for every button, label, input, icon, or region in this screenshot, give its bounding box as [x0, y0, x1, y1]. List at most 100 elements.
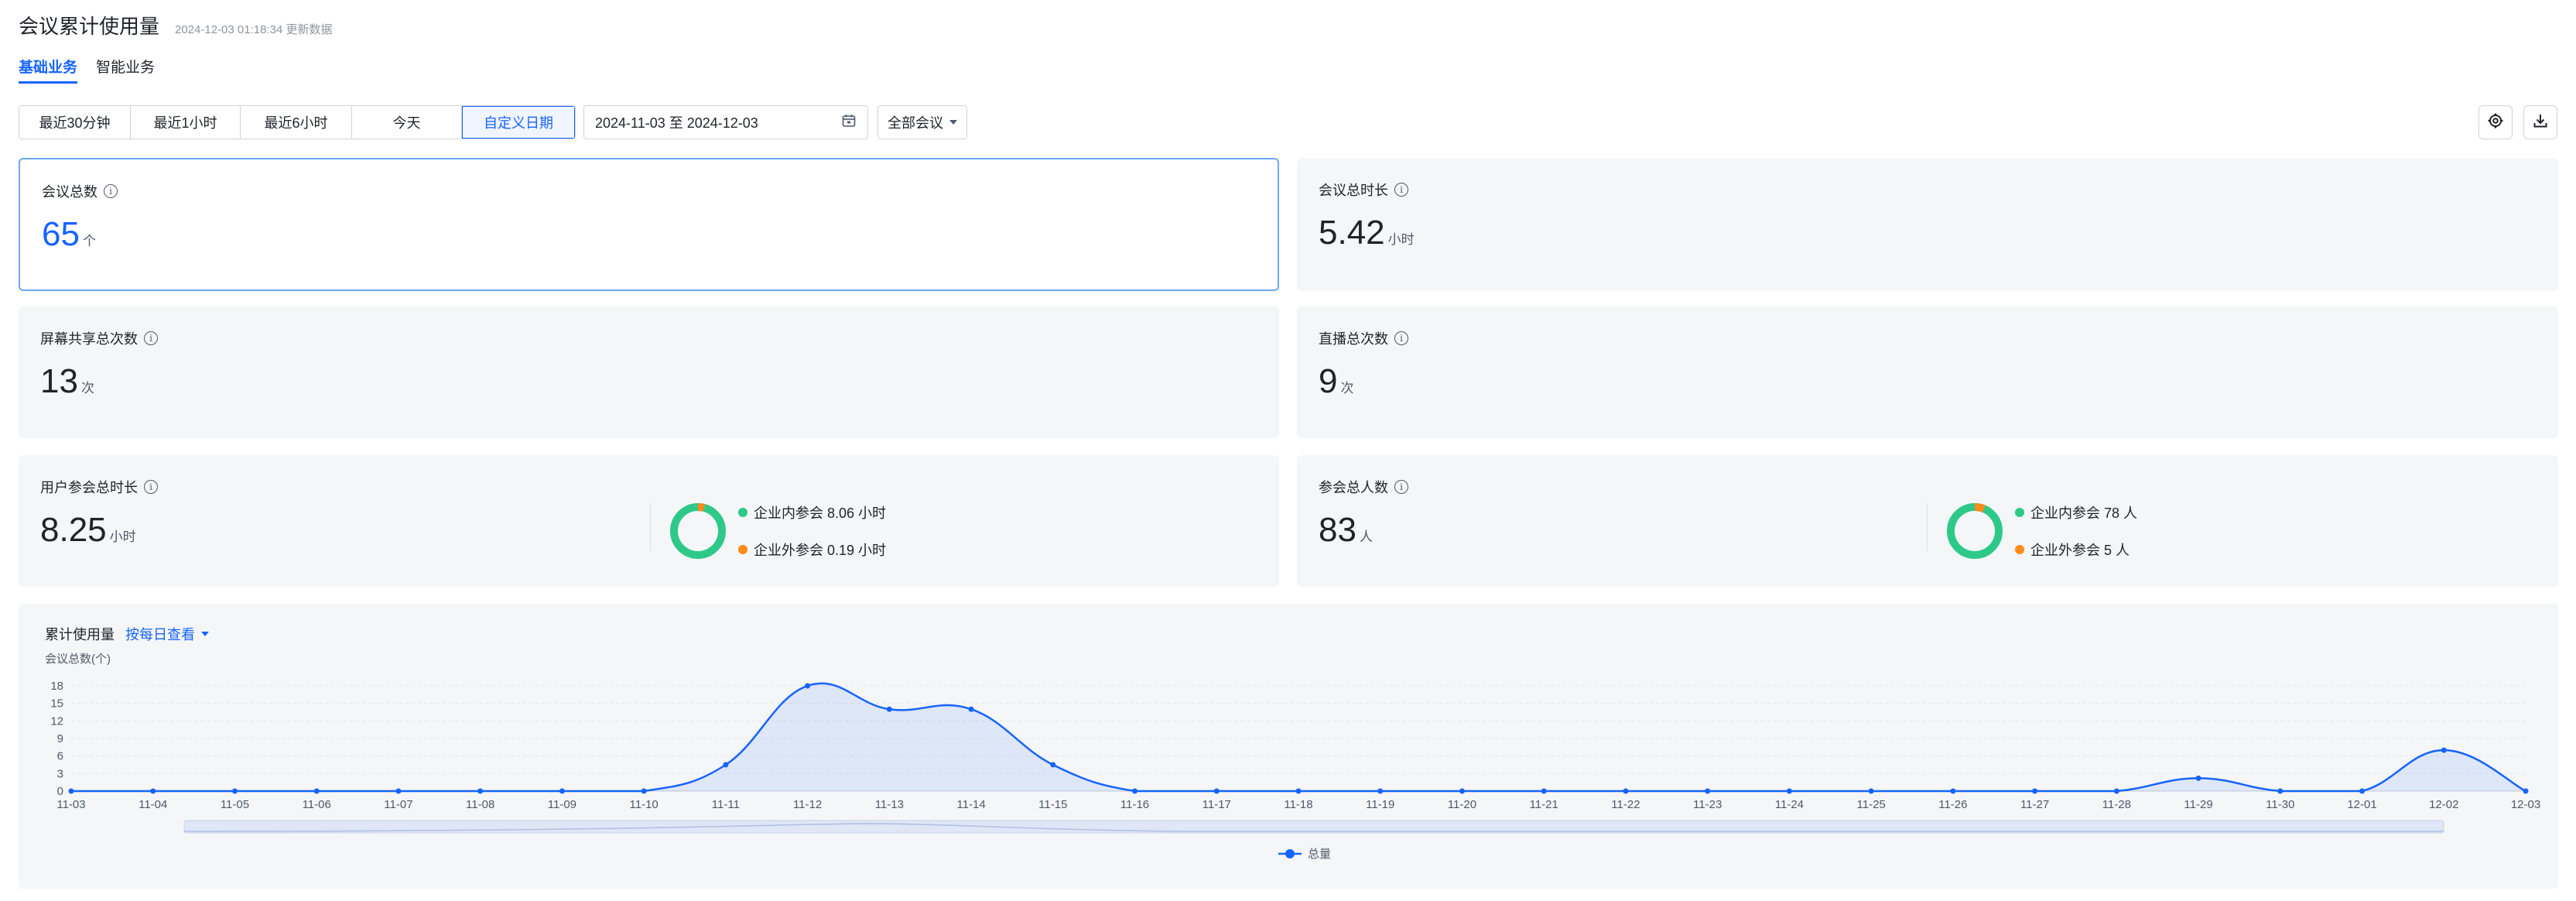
info-icon[interactable]: i: [1394, 480, 1408, 494]
x-tick-label: 11-06: [303, 798, 331, 811]
legend-item: 企业内参会 8.06 小时: [738, 502, 886, 522]
data-point: [641, 788, 647, 794]
tab-basic[interactable]: 基础业务: [19, 56, 78, 84]
data-point: [150, 788, 156, 794]
data-point: [1459, 788, 1465, 794]
data-point: [559, 788, 565, 794]
x-tick-label: 11-20: [1448, 798, 1476, 811]
range-6h-button[interactable]: 最近6小时: [241, 106, 352, 139]
x-tick-label: 11-26: [1938, 798, 1967, 811]
data-point: [1295, 788, 1302, 794]
x-tick-label: 11-19: [1366, 798, 1394, 811]
time-range-selector: 最近30分钟 最近1小时 最近6小时 今天 自定义日期: [19, 105, 576, 139]
metric-value: 83: [1319, 511, 1356, 549]
metric-unit: 次: [1340, 381, 1354, 396]
info-icon[interactable]: i: [104, 184, 118, 198]
settings-icon: [2487, 112, 2504, 133]
donut-legend: 企业内参会 8.06 小时 企业外参会 0.19 小时: [738, 502, 886, 560]
legend-label: 总量: [1308, 848, 1331, 861]
x-tick-label: 12-03: [2511, 798, 2540, 811]
metric-value: 8.25: [40, 511, 107, 549]
participants-label-row: 参会总人数 i: [1319, 477, 1408, 497]
card-label: 用户参会总时长: [40, 480, 138, 495]
data-point: [68, 788, 74, 794]
legend-dot: [738, 545, 747, 554]
meeting-total-label-row: 会议总数 i: [42, 181, 118, 201]
info-icon[interactable]: i: [144, 331, 158, 345]
meeting-duration-card[interactable]: 会议总时长 i 5.42 小时: [1297, 158, 2558, 291]
legend-marker: [1285, 849, 1295, 858]
date-range-picker[interactable]: 2024-11-03 至 2024-12-03: [583, 105, 868, 139]
donut-legend: 企业内参会 78 人 企业外参会 5 人: [2015, 502, 2137, 560]
user-duration-breakdown: 企业内参会 8.06 小时 企业外参会 0.19 小时: [669, 502, 886, 560]
x-tick-label: 11-14: [956, 798, 985, 811]
x-tick-label: 11-16: [1120, 798, 1149, 811]
legend-item: 企业内参会 78 人: [2015, 502, 2137, 522]
card-label: 会议总数: [42, 184, 97, 200]
screen-share-value-row: 13 次: [40, 362, 94, 401]
legend-label: 企业外参会 0.19 小时: [754, 543, 887, 558]
user-duration-card[interactable]: 用户参会总时长 i 8.25 小时 企业内参会 8.06 小时 企业外参会 0.…: [19, 455, 1279, 587]
metric-unit: 个: [82, 234, 96, 248]
data-point: [1377, 788, 1384, 794]
screen-share-card[interactable]: 屏幕共享总次数 i 13 次: [19, 307, 1279, 438]
metric-unit: 小时: [109, 529, 136, 544]
legend-item: 企业外参会 5 人: [2015, 540, 2137, 560]
x-tick-label: 11-30: [2266, 798, 2294, 811]
settings-button[interactable]: [2479, 105, 2513, 139]
data-point: [313, 788, 320, 794]
data-point: [1213, 788, 1220, 794]
x-tick-label: 11-17: [1202, 798, 1231, 811]
x-tick-label: 11-07: [384, 798, 412, 811]
legend-dot: [2015, 545, 2024, 554]
data-point: [2441, 747, 2447, 753]
participants-breakdown: 企业内参会 78 人 企业外参会 5 人: [1945, 502, 2137, 560]
x-tick-label: 11-08: [466, 798, 494, 811]
metric-value: 65: [42, 215, 80, 253]
data-point: [723, 762, 729, 768]
y-axis-label: 会议总数(个): [45, 653, 111, 666]
x-tick-label: 11-18: [1284, 798, 1312, 811]
divider: [650, 503, 651, 551]
metric-value: 13: [40, 362, 78, 400]
legend-item: 企业外参会 0.19 小时: [738, 540, 886, 560]
data-point: [2113, 788, 2119, 794]
y-tick-label: 3: [57, 767, 63, 780]
legend-label: 企业内参会 78 人: [2030, 505, 2138, 521]
data-point: [1868, 788, 1874, 794]
y-tick-label: 15: [50, 697, 63, 711]
data-point: [2359, 788, 2366, 794]
y-tick-label: 6: [57, 750, 63, 763]
update-timestamp: 2024-12-03 01:18:34 更新数据: [175, 23, 333, 36]
meeting-total-card[interactable]: 会议总数 i 65 个: [19, 158, 1279, 291]
x-tick-label: 12-01: [2347, 798, 2376, 811]
info-icon[interactable]: i: [144, 480, 158, 494]
metric-unit: 小时: [1387, 232, 1415, 247]
series-area: [71, 683, 2526, 791]
participants-card[interactable]: 参会总人数 i 83 人 企业内参会 78 人 企业外参会 5 人: [1297, 455, 2558, 587]
range-custom-button[interactable]: 自定义日期: [462, 106, 575, 139]
chevron-down-icon: [949, 120, 957, 125]
meeting-filter-select[interactable]: 全部会议: [877, 105, 967, 139]
range-today-button[interactable]: 今天: [352, 106, 462, 139]
download-icon: [2532, 112, 2549, 133]
download-button[interactable]: [2523, 105, 2557, 139]
participants-value-row: 83 人: [1319, 511, 1373, 550]
x-tick-label: 11-22: [1611, 798, 1640, 811]
y-tick-label: 0: [57, 785, 63, 798]
usage-chart-card: 累计使用量 按每日查看 会议总数(个) 0 3 6 9 12 15 18 11-03 11-04 1…: [19, 604, 2558, 889]
info-icon[interactable]: i: [1394, 331, 1408, 345]
x-tick-label: 11-24: [1775, 798, 1804, 811]
info-icon[interactable]: i: [1394, 183, 1408, 197]
donut-chart: [1947, 503, 2003, 559]
data-point: [1950, 788, 1956, 794]
x-tick-label: 11-09: [548, 798, 576, 811]
live-card[interactable]: 直播总次数 i 9 次: [1297, 307, 2558, 438]
range-30min-button[interactable]: 最近30分钟: [19, 106, 131, 139]
x-tick-label: 11-15: [1038, 798, 1067, 811]
metric-unit: 次: [80, 381, 94, 396]
tab-smart[interactable]: 智能业务: [96, 56, 155, 84]
range-1h-button[interactable]: 最近1小时: [131, 106, 241, 139]
card-label: 会议总时长: [1319, 183, 1388, 198]
y-tick-label: 9: [57, 732, 63, 745]
